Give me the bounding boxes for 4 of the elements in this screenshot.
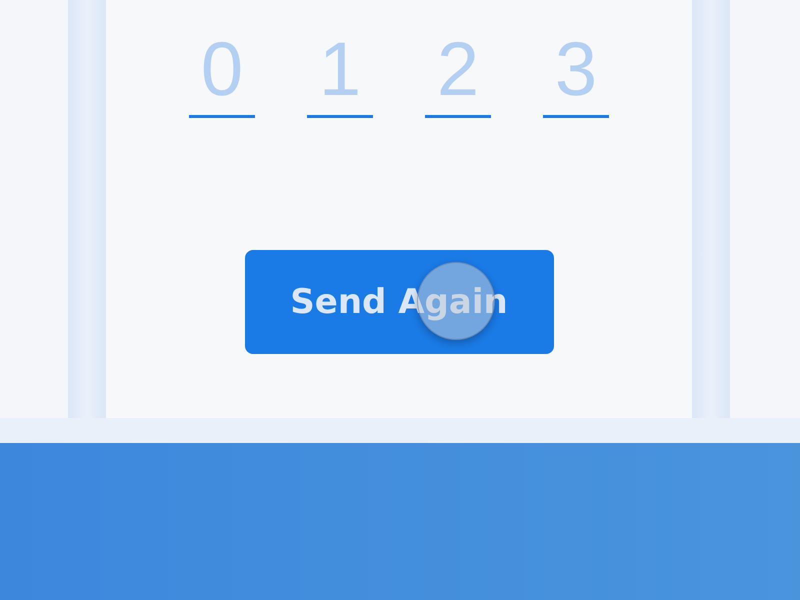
code-digit-field[interactable]: 2 [425,24,491,118]
code-digit-field[interactable]: 0 [189,24,255,118]
code-digit-field[interactable]: 3 [543,24,609,118]
code-digit-field[interactable]: 1 [307,24,373,118]
